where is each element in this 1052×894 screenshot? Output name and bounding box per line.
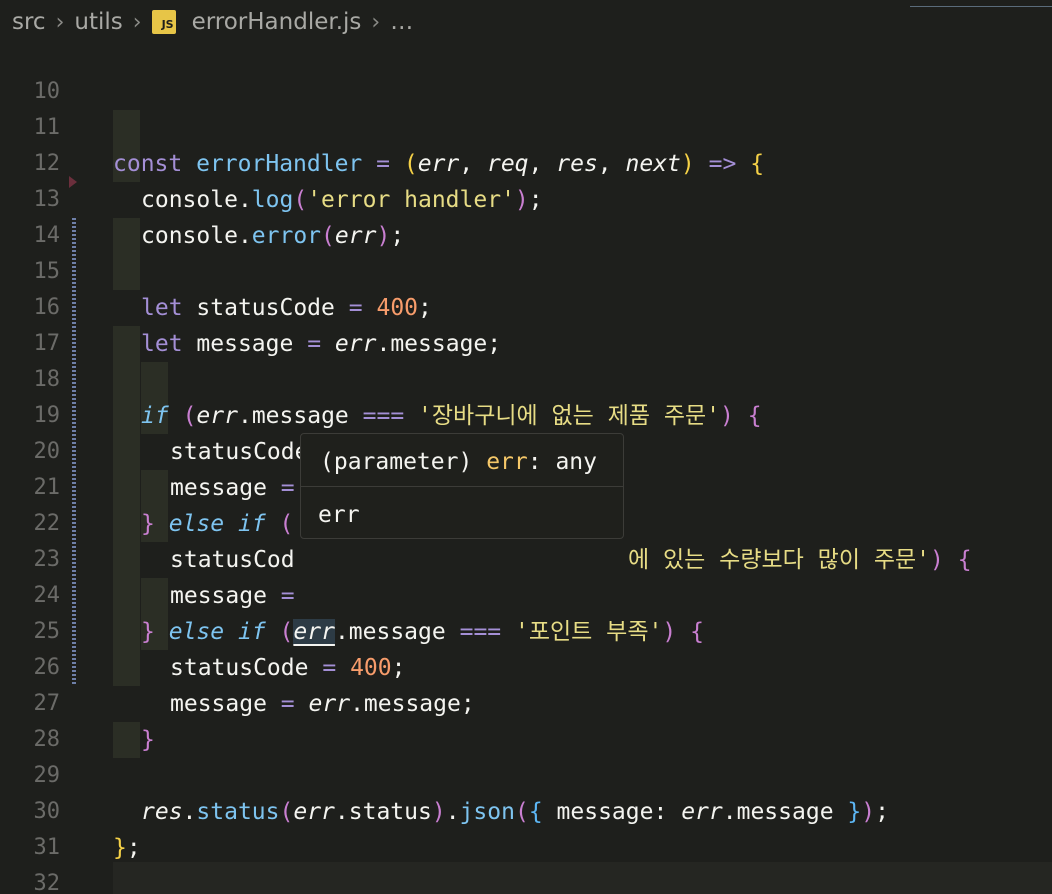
code-line[interactable]: 27 } xyxy=(0,650,1052,753)
hover-tooltip[interactable]: (parameter) err: any err xyxy=(300,433,624,539)
code-line[interactable]: 17 xyxy=(0,290,1052,356)
breadcrumb-item-utils[interactable]: utils xyxy=(74,9,122,35)
code-line[interactable]: 16 let message = err.message; xyxy=(0,254,1052,357)
code-line[interactable]: 13 console.error(err); xyxy=(0,146,1052,249)
breadcrumb-item-file[interactable]: errorHandler.js xyxy=(192,9,362,35)
javascript-file-icon: JS xyxy=(151,10,176,34)
code-line[interactable]: 12 console.log('error handler'); xyxy=(0,110,1052,213)
code-line[interactable]: 31 xyxy=(0,794,1052,860)
chevron-right-icon: › xyxy=(371,9,381,35)
code-line[interactable]: 11 const errorHandler = (err, req, res, … xyxy=(0,74,1052,177)
hover-documentation: err xyxy=(318,502,360,528)
code-line[interactable]: 18 if (err.message === '장바구니에 없는 제품 주문')… xyxy=(0,326,1052,429)
code-line[interactable]: 20 message = err.message; xyxy=(0,398,1052,501)
breadcrumb-item-symbols[interactable]: … xyxy=(390,9,413,35)
chevron-right-icon: › xyxy=(55,9,65,35)
code-line[interactable]: 24 } else if (err.message === '포인트 부족') … xyxy=(0,542,1052,645)
code-line[interactable]: 19 statusCode = 400; xyxy=(0,362,1052,465)
code-line-active[interactable]: 33 xyxy=(0,864,1052,894)
code-line[interactable]: 25 statusCode = 400; xyxy=(0,578,1052,681)
code-line[interactable]: 28 xyxy=(0,686,1052,752)
breadcrumb-item-src[interactable]: src xyxy=(12,9,46,35)
code-line[interactable]: 32 module.exports = { asyncWrap, errorHa… xyxy=(0,830,1052,894)
scroll-shadow xyxy=(910,6,1052,7)
code-line[interactable]: 29 res.status(err.status).json({ message… xyxy=(0,722,1052,825)
hover-signature: (parameter) err: any xyxy=(320,449,597,475)
code-line[interactable]: 15 let statusCode = 400; xyxy=(0,218,1052,321)
code-line[interactable]: 14 xyxy=(0,182,1052,248)
code-line[interactable]: 26 message = err.message; xyxy=(0,614,1052,717)
breadcrumb: src › utils › JS errorHandler.js › … xyxy=(0,0,1052,44)
tooltip-divider xyxy=(301,486,623,487)
code-line[interactable]: 30 }; xyxy=(0,758,1052,861)
chevron-right-icon: › xyxy=(132,9,142,35)
